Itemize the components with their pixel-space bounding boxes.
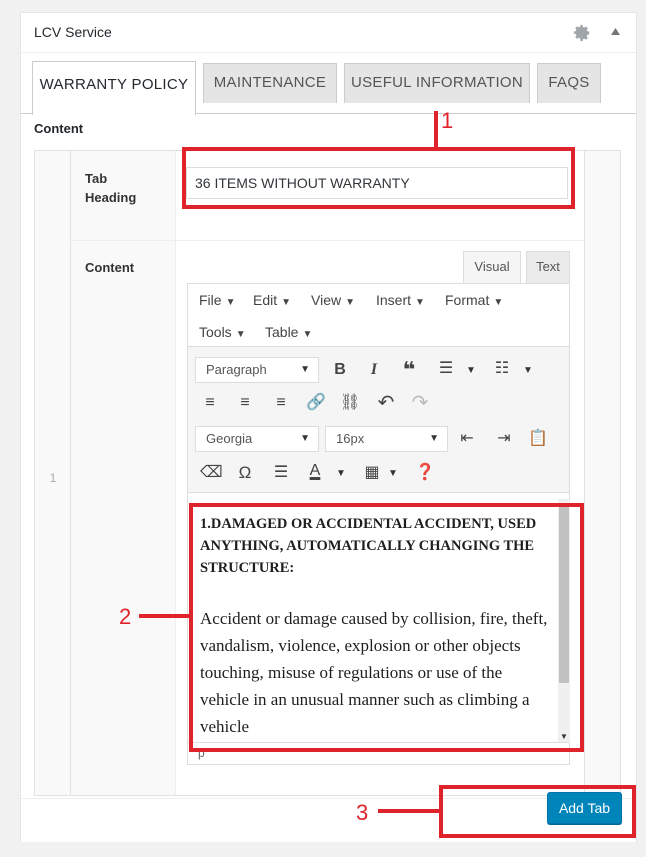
annotation-box-2 bbox=[189, 503, 584, 752]
table-icon[interactable]: ▦ bbox=[362, 463, 382, 483]
outdent-icon[interactable]: ⇤ bbox=[457, 429, 477, 449]
annotation-number-2: 2 bbox=[119, 604, 132, 629]
menu-edit[interactable]: Edit ▼ bbox=[253, 292, 291, 308]
redo-icon[interactable]: ↷ bbox=[410, 393, 430, 413]
collapse-caret-icon[interactable] bbox=[610, 27, 621, 36]
unlink-icon[interactable]: ⛓ bbox=[340, 393, 360, 413]
tab-useful-information[interactable]: USEFUL INFORMATION bbox=[344, 63, 530, 103]
special-character-icon[interactable]: Ω bbox=[235, 463, 255, 483]
menu-format[interactable]: Format ▼ bbox=[445, 292, 503, 308]
link-icon[interactable]: 🔗 bbox=[306, 393, 326, 413]
align-center-icon[interactable]: ≡ bbox=[235, 393, 255, 413]
editor-tab-text[interactable]: Text bbox=[526, 251, 570, 283]
content-section-label: Content bbox=[34, 121, 84, 136]
paste-text-icon[interactable]: 📋 bbox=[528, 429, 548, 449]
align-left-icon[interactable]: ≡ bbox=[200, 393, 220, 413]
field-label-column: Tab Heading Content bbox=[71, 151, 176, 795]
menu-tools[interactable]: Tools ▼ bbox=[199, 324, 246, 340]
menu-view[interactable]: View ▼ bbox=[311, 292, 355, 308]
gear-icon[interactable] bbox=[573, 24, 591, 42]
indent-icon[interactable]: ⇥ bbox=[494, 429, 514, 449]
font-size-select[interactable]: 16px ▼ bbox=[325, 426, 448, 452]
annotation-box-3 bbox=[439, 785, 636, 838]
tab-heading-label: Tab Heading bbox=[85, 171, 137, 205]
font-family-select[interactable]: Georgia ▼ bbox=[195, 426, 319, 452]
numbered-list-dropdown-icon[interactable]: ▼ bbox=[523, 365, 533, 376]
tab-warranty-policy[interactable]: WARRANTY POLICY bbox=[32, 61, 196, 115]
editor-menubar: File ▼ Edit ▼ View ▼ Insert ▼ Format ▼ Tools ▼… bbox=[188, 284, 569, 347]
undo-icon[interactable]: ↶ bbox=[376, 393, 396, 413]
horizontal-line-icon[interactable]: ☰ bbox=[271, 463, 291, 483]
clear-formatting-icon[interactable]: ⌫ bbox=[200, 463, 223, 483]
tab-bar: WARRANTY POLICY MAINTENANCE USEFUL INFOR… bbox=[21, 61, 636, 115]
panel-header: LCV Service bbox=[21, 13, 636, 53]
bullet-list-icon[interactable]: ☰ bbox=[436, 359, 456, 379]
panel-title: LCV Service bbox=[34, 24, 112, 40]
bold-icon[interactable]: B bbox=[330, 360, 350, 380]
annotation-line-1 bbox=[434, 111, 438, 149]
block-format-select[interactable]: Paragraph ▼ bbox=[195, 357, 319, 383]
content-field-label: Content bbox=[85, 260, 135, 275]
row-number: 1 bbox=[49, 471, 57, 485]
annotation-number-1: 1 bbox=[441, 108, 454, 133]
row-actions-column bbox=[584, 151, 620, 795]
annotation-line-2 bbox=[139, 614, 191, 618]
blockquote-icon[interactable]: ❝ bbox=[399, 359, 419, 381]
text-color-dropdown-icon[interactable]: ▼ bbox=[336, 468, 346, 479]
annotation-line-3 bbox=[378, 809, 441, 813]
annotation-box-1 bbox=[182, 147, 575, 209]
editor-tab-visual[interactable]: Visual bbox=[463, 251, 521, 283]
field-divider bbox=[71, 240, 584, 241]
annotation-number-3: 3 bbox=[356, 800, 369, 825]
menu-table[interactable]: Table ▼ bbox=[265, 324, 312, 340]
text-color-icon[interactable]: A bbox=[305, 461, 325, 481]
editor-toolbar: Paragraph ▼ B I ❝ ☰ ▼ ☷ ▼ ≡ ≡ ≡ 🔗 ⛓ ↶ ↷ G… bbox=[188, 347, 569, 493]
table-dropdown-icon[interactable]: ▼ bbox=[388, 468, 398, 479]
row-handle[interactable]: 1 bbox=[35, 151, 71, 795]
menu-file[interactable]: File ▼ bbox=[199, 292, 235, 308]
italic-icon[interactable]: I bbox=[364, 360, 384, 380]
help-icon[interactable]: ❓ bbox=[415, 463, 435, 483]
tab-faqs[interactable]: FAQS bbox=[537, 63, 601, 103]
tab-maintenance[interactable]: MAINTENANCE bbox=[203, 63, 337, 103]
menu-insert[interactable]: Insert ▼ bbox=[376, 292, 425, 308]
numbered-list-icon[interactable]: ☷ bbox=[492, 359, 512, 379]
bullet-list-dropdown-icon[interactable]: ▼ bbox=[466, 365, 476, 376]
align-right-icon[interactable]: ≡ bbox=[271, 393, 291, 413]
